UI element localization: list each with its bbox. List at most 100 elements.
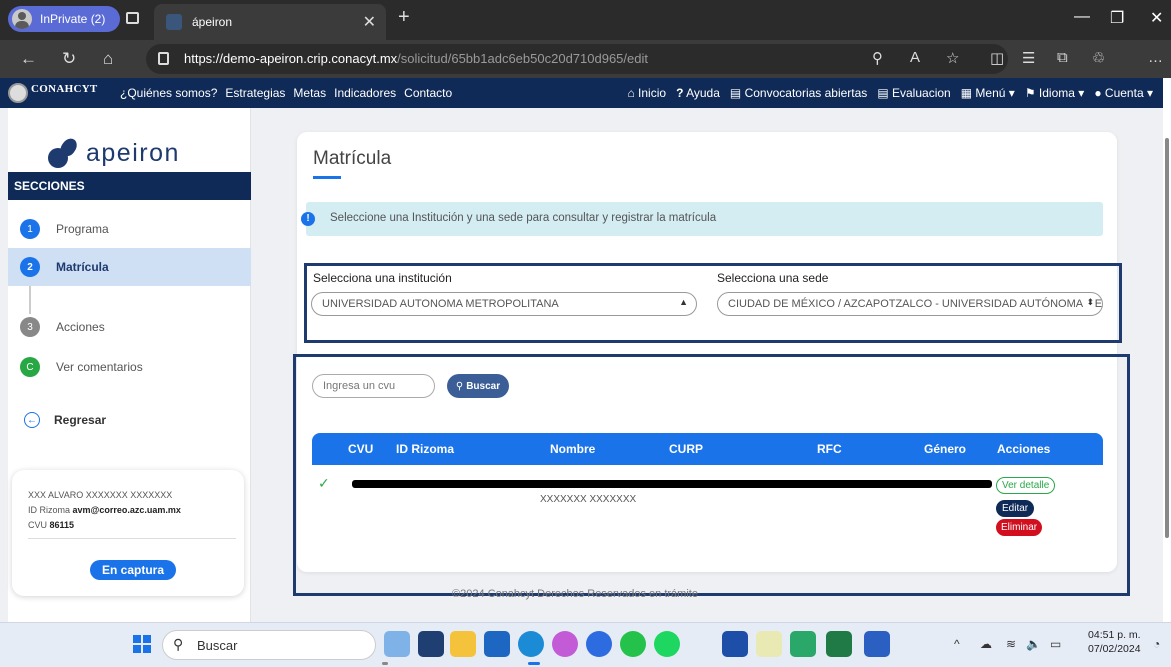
sidebar-item-acciones[interactable]: 3 Acciones [8, 308, 251, 346]
clock-date: 07/02/2024 [1088, 643, 1141, 655]
notification-icon[interactable]: ◔ [1153, 637, 1160, 651]
sidebar-item-programa[interactable]: 1 Programa [8, 210, 251, 248]
user-icon: ● [1094, 86, 1102, 100]
widgets-icon[interactable] [384, 631, 410, 657]
minimize-icon[interactable]: — [1074, 8, 1090, 26]
info-icon: ! [301, 212, 315, 226]
nav-ayuda[interactable]: ? Ayuda [676, 86, 720, 100]
step-number: C [20, 357, 40, 377]
wifi-icon[interactable]: ≋ [1006, 637, 1016, 651]
caret-down-icon: ▾ [1146, 86, 1153, 100]
profile-avatar-icon [12, 9, 32, 29]
outlook-icon[interactable] [484, 631, 510, 657]
running-indicator [382, 662, 388, 665]
apeiron-brand[interactable]: apeiron [48, 138, 180, 168]
page-scrollbar[interactable] [1163, 78, 1171, 622]
close-tab-icon[interactable]: ✕ [363, 12, 376, 32]
battery-icon[interactable]: ▭ [1050, 637, 1061, 651]
nav-idioma[interactable]: ⚑ Idioma ▾ [1025, 86, 1085, 100]
tab-title: ápeiron [192, 15, 233, 29]
sidebar-item-matricula[interactable]: 2 Matrícula [8, 248, 251, 286]
user-name: XXX ALVARO XXXXXXX XXXXXXX [28, 490, 173, 500]
taskbar-search[interactable]: ⚲ Buscar [162, 630, 376, 660]
tab-actions-icon[interactable] [126, 12, 139, 24]
cloud-icon[interactable]: ☁ [980, 637, 992, 651]
zoom-icon[interactable] [586, 631, 612, 657]
apeiron-logo-icon [48, 138, 80, 168]
new-tab-icon[interactable]: + [398, 6, 410, 29]
edge-icon[interactable] [518, 631, 544, 657]
step-number: 1 [20, 219, 40, 239]
zoom-icon[interactable]: ⚲ [872, 49, 883, 67]
file-explorer-icon[interactable] [450, 631, 476, 657]
more-icon[interactable]: … [1148, 49, 1163, 66]
browser-title-bar: InPrivate (2) ápeiron ✕ + — ❐ ✕ [0, 0, 1171, 40]
browser-tab-apeiron[interactable]: ápeiron ✕ [154, 4, 386, 40]
refresh-icon[interactable]: ↻ [62, 49, 76, 69]
whatsapp-icon[interactable] [620, 631, 646, 657]
search-icon: ⚲ [173, 636, 184, 652]
volume-icon[interactable]: 🔈 [1026, 637, 1041, 651]
flag-icon: ⚑ [1024, 86, 1036, 100]
document-icon: ▤ [877, 86, 889, 100]
split-screen-icon[interactable]: ◫ [990, 49, 1004, 67]
home-icon: ⌂ [627, 86, 635, 100]
nav-convocatorias[interactable]: ▤ Convocatorias abiertas [730, 86, 867, 100]
brand-text: apeiron [86, 138, 180, 167]
app-icon[interactable] [418, 631, 444, 657]
home-icon[interactable]: ⌂ [103, 49, 113, 69]
read-aloud-icon[interactable]: A [910, 49, 920, 66]
nav-link-metas[interactable]: Metas [293, 86, 326, 100]
nav-menu[interactable]: ▦ Menú ▾ [961, 86, 1015, 100]
sidebar-item-ver-comentarios[interactable]: C Ver comentarios [8, 348, 251, 386]
restore-icon[interactable]: ❐ [1110, 8, 1124, 28]
clock-time: 04:51 p. m. [1088, 629, 1141, 641]
nav-evaluacion[interactable]: ▤ Evaluacion [877, 86, 950, 100]
photos-icon[interactable] [790, 631, 816, 657]
extensions-icon[interactable]: ♲ [1092, 49, 1105, 67]
scrollbar-thumb[interactable] [1165, 138, 1169, 538]
table-highlight-box [293, 354, 1130, 596]
inprivate-tab[interactable]: InPrivate (2) [8, 6, 120, 32]
conahcyt-logo-text[interactable]: CONAHCYT [31, 83, 98, 95]
step-number: 2 [20, 257, 40, 277]
windows-taskbar: ⚲ Buscar ^ ☁ ≋ 🔈 ▭ 04:51 p. m. 07/02/202… [0, 622, 1171, 667]
back-arrow-icon[interactable]: ← [20, 49, 37, 69]
favorites-list-icon[interactable]: ☰ [1022, 49, 1035, 67]
sections-header: SECCIONES [8, 172, 251, 200]
nav-link-quienes[interactable]: ¿Quiénes somos? [120, 86, 217, 100]
sidebar: apeiron SECCIONES 1 Programa 2 Matrícula… [8, 108, 251, 622]
collections-icon[interactable]: ⧉ [1057, 49, 1068, 66]
chat-icon[interactable] [552, 631, 578, 657]
lock-icon [158, 52, 169, 65]
word-icon[interactable] [864, 631, 890, 657]
close-window-icon[interactable]: ✕ [1150, 8, 1163, 28]
user-rizoma: ID Rizoma avm@correo.azc.uam.mx [28, 505, 181, 515]
excel-icon[interactable] [826, 631, 852, 657]
spotify-icon[interactable] [654, 631, 680, 657]
windows-start-icon[interactable] [133, 635, 151, 653]
nav-inicio[interactable]: ⌂ Inicio [627, 86, 666, 100]
taskbar-clock[interactable]: 04:51 p. m. 07/02/2024 [1088, 628, 1141, 656]
tray-chevron-icon[interactable]: ^ [954, 637, 960, 651]
url-text: https://demo-apeiron.crip.conacyt.mx/sol… [184, 51, 648, 66]
user-card: XXX ALVARO XXXXXXX XXXXXXX ID Rizoma avm… [12, 470, 244, 596]
nav-cuenta[interactable]: ● Cuenta ▾ [1094, 86, 1153, 100]
step-number: 3 [20, 317, 40, 337]
inprivate-label: InPrivate (2) [40, 12, 106, 26]
tab-favicon-icon [166, 14, 182, 30]
leaf-app-icon[interactable] [688, 631, 714, 657]
back-link[interactable]: ← Regresar [24, 412, 106, 428]
footer-copyright: ©2024 Conahcyt Derechos Reservados en tr… [452, 588, 698, 600]
notepad-icon[interactable] [756, 631, 782, 657]
step-label: Matrícula [56, 260, 109, 274]
card-divider [28, 538, 236, 539]
caret-down-icon: ▾ [1078, 86, 1085, 100]
nav-link-estrategias[interactable]: Estrategias [225, 86, 285, 100]
nav-link-contacto[interactable]: Contacto [404, 86, 452, 100]
favorite-star-icon[interactable]: ☆ [946, 49, 959, 67]
taskbar-search-label: Buscar [197, 638, 238, 653]
nav-link-indicadores[interactable]: Indicadores [334, 86, 396, 100]
info-alert: ! Seleccione una Institución y una sede … [301, 202, 1103, 236]
bi-app-icon[interactable] [722, 631, 748, 657]
